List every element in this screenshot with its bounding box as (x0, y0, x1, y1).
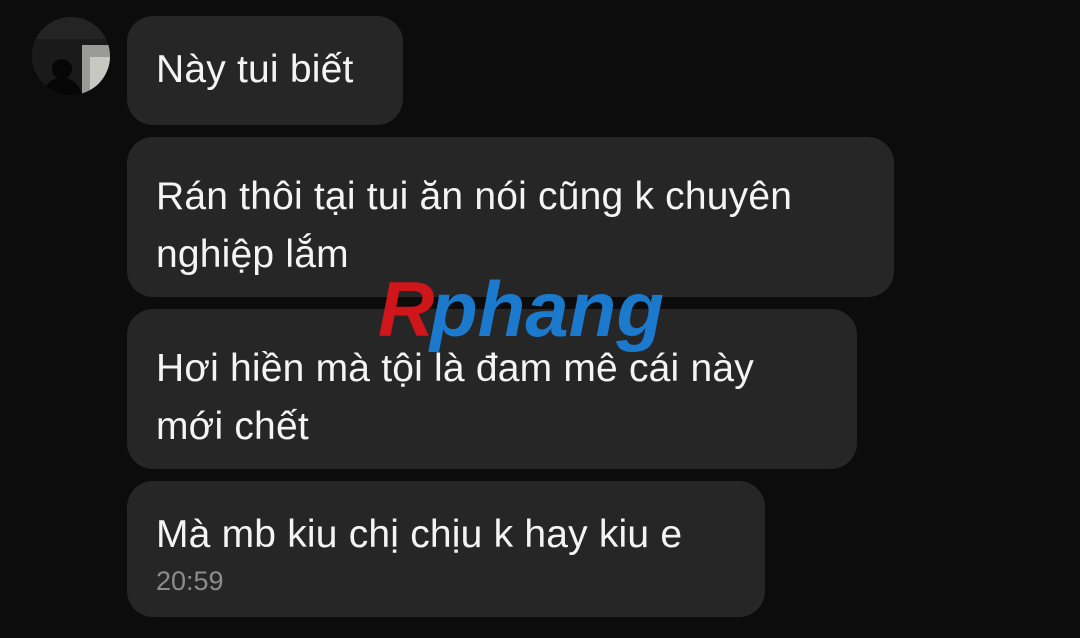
message-timestamp: 20:59 (156, 566, 224, 596)
message-text: Rán thôi tại tui ăn nói cũng k chuyên (156, 175, 793, 218)
message-bubble[interactable]: Mà mb kiu chị chịu k hay kiu e 20:59 (127, 481, 765, 617)
message-bubble[interactable]: Này tui biết (127, 16, 403, 125)
profile-photo-silhouette-icon (32, 17, 110, 95)
message-text: Mà mb kiu chị chịu k hay kiu e (156, 513, 683, 556)
message-text: mới chết (156, 405, 309, 448)
message-text: nghiệp lắm (156, 233, 349, 276)
message-text: Hơi hiền mà tội là đam mê cái này (156, 347, 754, 390)
message-bubble[interactable]: Hơi hiền mà tội là đam mê cái này mới ch… (127, 309, 857, 469)
message-text: Này tui biết (156, 48, 354, 91)
contact-avatar[interactable] (32, 17, 110, 95)
message-bubble[interactable]: Rán thôi tại tui ăn nói cũng k chuyên ng… (127, 137, 894, 297)
